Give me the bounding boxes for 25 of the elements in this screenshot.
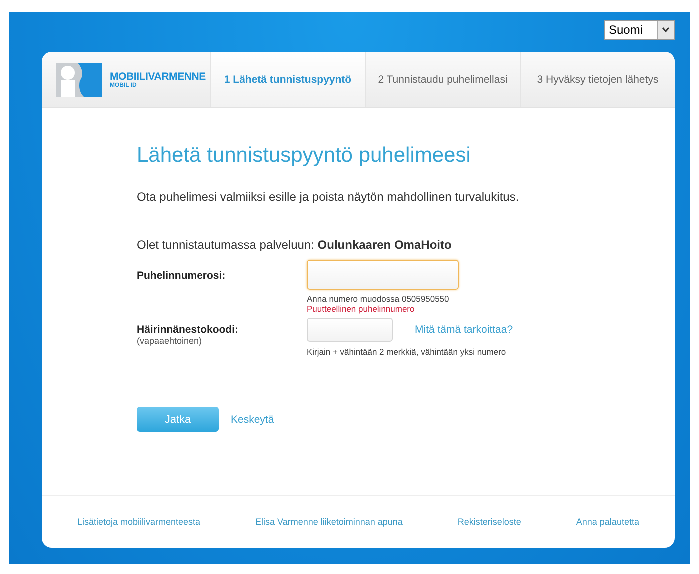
footer-link[interactable]: Lisätietoja mobiilivarmenteesta — [77, 517, 201, 527]
step-tab[interactable]: 2 Tunnistaudu puhelimellasi — [365, 52, 520, 107]
help-link[interactable]: Mitä tämä tarkoittaa? — [415, 324, 514, 336]
caret-icon — [662, 27, 670, 33]
footer-link[interactable]: Rekisteriseloste — [458, 517, 522, 527]
code-hint: Kirjain + vähintään 2 merkkiä, vähintään yksi numero — [307, 347, 508, 357]
phone-input[interactable] — [307, 260, 459, 290]
phone-hint: Anna numero muodossa 0505950550 — [307, 294, 450, 304]
optional-note: (vapaaehtoinen) — [137, 336, 204, 346]
error-message: Puutteellinen puhelinnumero — [307, 304, 416, 314]
logo-title: MOBIILIVARMENNE — [110, 70, 206, 82]
instruction-text: Ota puhelimesi valmiiksi esille ja poista näytön mahdollinen turvalukitus. — [137, 190, 520, 204]
phone-label: Puhelinnumerosi: — [137, 270, 227, 282]
cancel-link[interactable]: Keskeytä — [231, 414, 274, 426]
language-select[interactable]: Suomi — [604, 20, 675, 40]
code-label: Häirinnänestokoodi: — [137, 324, 240, 336]
service-text: Olet tunnistautumassa palveluun: Oulunkaaren OmaHoito — [137, 238, 453, 252]
footer-link[interactable]: Elisa Varmenne liiketoiminnan apuna — [256, 517, 403, 527]
person-icon — [56, 62, 102, 96]
code-input[interactable] — [307, 318, 393, 342]
step-tab[interactable]: 3 Hyväksy tietojen lähetys — [520, 52, 675, 107]
page-heading: Lähetä tunnistuspyyntö puhelimeesi — [137, 144, 472, 168]
continue-button[interactable]: Jatka — [137, 407, 219, 432]
step-tab[interactable]: 1 Lähetä tunnistuspyyntö — [210, 52, 365, 107]
footer-link[interactable]: Anna palautetta — [576, 517, 640, 527]
